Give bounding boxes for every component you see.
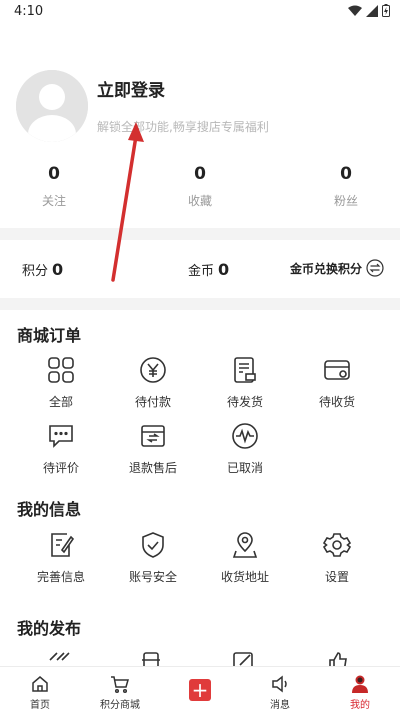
publish-edit-icon[interactable] [47,650,71,666]
publish-document-icon[interactable] [139,650,163,666]
avatar[interactable] [16,70,88,142]
status-bar: 4:10 [0,0,400,24]
login-subtitle: 解锁全部功能,畅享搜店专属福利 [97,120,269,134]
publish-title: 我的发布 [17,619,82,638]
exchange-button[interactable]: 金币兑换积分 [290,259,384,277]
tab-publish[interactable]: + [160,667,240,712]
home-icon [32,676,48,692]
yen-icon [140,357,166,383]
wifi-icon [348,5,362,16]
stat-value: 0 [194,164,206,184]
order-cancelled[interactable]: 已取消 [199,422,291,476]
gold-value: 0 [218,260,230,279]
order-label: 全部 [48,395,73,409]
tab-label: 消息 [270,700,290,711]
publish-thumb-icon[interactable] [325,650,349,666]
bottom-tab-bar: 首页 积分商城 + 消息 我的 [0,666,400,712]
default-avatar-icon [16,70,88,142]
stat-label: 收藏 [187,194,212,208]
order-pending-shipment[interactable]: 待发货 [199,356,291,410]
divider [0,298,400,310]
exchange-icon [366,259,384,277]
points-value: 0 [52,260,64,279]
order-label: 待收货 [318,395,355,409]
box-icon [324,360,350,380]
system-icons [348,4,390,17]
tab-label: 我的 [350,700,370,711]
tab-label: 积分商城 [100,700,140,711]
tab-home[interactable]: 首页 [0,667,80,712]
stat-label: 关注 [41,194,66,208]
order-pending-review[interactable]: 待评价 [15,422,107,476]
status-time: 4:10 [14,4,44,19]
publish-pen-icon[interactable] [231,650,255,666]
stat-label: 粉丝 [333,194,358,208]
signal-icon [366,4,378,17]
info-complete-profile[interactable]: 完善信息 [15,531,107,585]
user-icon [352,675,368,693]
tab-messages[interactable]: 消息 [240,667,320,712]
shield-icon [142,532,164,558]
login-button[interactable]: 立即登录 [97,76,165,101]
stat-following[interactable]: 0 关注 [0,164,108,209]
info-label: 账号安全 [128,570,177,584]
tab-mine[interactable]: 我的 [320,667,400,712]
location-icon [232,532,258,558]
orders-title: 商城订单 [17,326,82,345]
stat-favorites[interactable]: 0 收藏 [108,164,292,209]
tab-points-mall[interactable]: 积分商城 [80,667,160,712]
info-settings[interactable]: 设置 [291,531,383,585]
pulse-icon [232,423,258,449]
order-label: 退款售后 [128,461,177,475]
order-label: 已取消 [226,461,263,475]
gold-label: 金币 [188,264,215,279]
refund-icon [141,425,165,447]
profile-stats: 0 关注 0 收藏 0 粉丝 [0,164,400,209]
info-account-security[interactable]: 账号安全 [107,531,199,585]
info-shipping-address[interactable]: 收货地址 [199,531,291,585]
battery-icon [382,4,390,17]
info-label: 完善信息 [36,570,85,584]
document-icon [234,357,256,383]
stat-fans[interactable]: 0 粉丝 [292,164,400,209]
points-balance[interactable]: 积分 0 [22,260,63,279]
stat-value: 0 [340,164,352,184]
info-label: 收货地址 [220,570,269,584]
exchange-label: 金币兑换积分 [289,261,362,276]
coins-bar: 积分 0 金币 0 金币兑换积分 [0,240,400,298]
edit-icon [51,533,75,557]
info-label: 设置 [324,570,349,584]
speaker-icon [272,675,287,693]
profile-section: 立即登录 解锁全部功能,畅享搜店专属福利 0 关注 0 收藏 0 粉丝 [0,24,400,236]
order-all[interactable]: 全部 [15,356,107,410]
order-label: 待评价 [42,461,79,475]
tab-label: 首页 [30,700,50,711]
order-label: 待发货 [226,395,263,409]
order-pending-receipt[interactable]: 待收货 [291,356,383,410]
plus-icon: + [189,679,211,701]
gear-icon [323,533,351,557]
comment-icon [49,425,73,448]
order-pending-payment[interactable]: 待付款 [107,356,199,410]
stat-value: 0 [48,164,60,184]
info-title: 我的信息 [17,500,82,519]
gold-balance[interactable]: 金币 0 [188,260,229,279]
order-refund[interactable]: 退款售后 [107,422,199,476]
points-label: 积分 [22,264,49,279]
order-label: 待付款 [134,395,171,409]
grid-icon [48,357,74,383]
cart-icon [111,676,129,694]
publish-items [0,648,400,666]
divider [0,228,400,240]
